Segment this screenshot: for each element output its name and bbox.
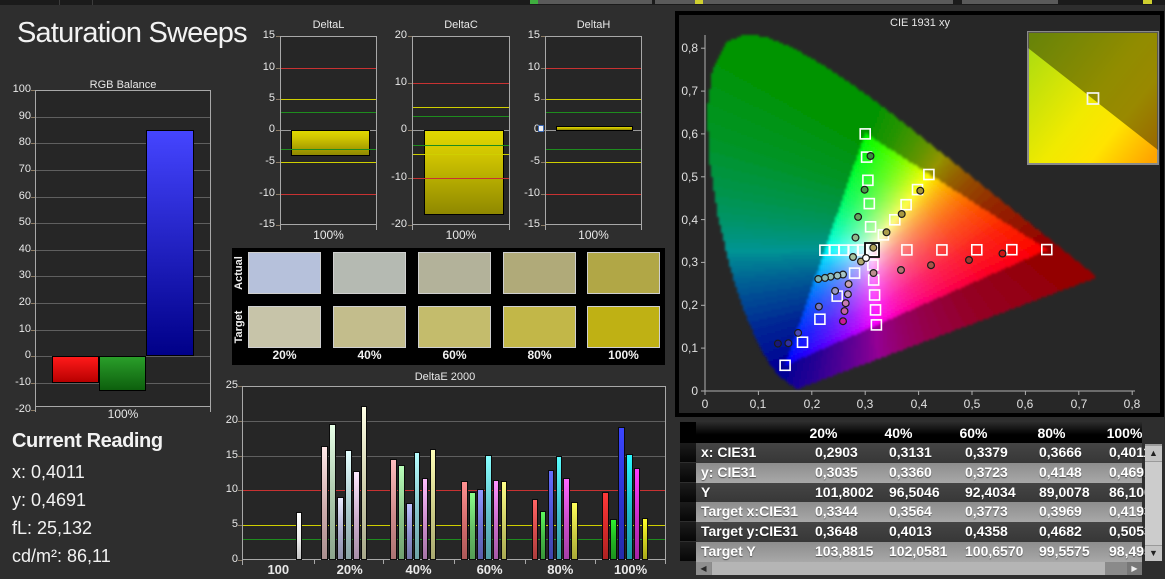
svg-text:0,3: 0,3 bbox=[857, 397, 874, 411]
svg-text:CIE 1931 xy: CIE 1931 xy bbox=[890, 17, 950, 29]
svg-text:0,1: 0,1 bbox=[681, 341, 698, 355]
svg-text:0,8: 0,8 bbox=[681, 41, 698, 55]
svg-text:0,3: 0,3 bbox=[681, 255, 698, 269]
svg-text:0,8: 0,8 bbox=[1124, 397, 1141, 411]
svg-text:0,4: 0,4 bbox=[911, 397, 928, 411]
svg-text:0,5: 0,5 bbox=[964, 397, 981, 411]
svg-text:0: 0 bbox=[691, 384, 698, 398]
svg-text:0,6: 0,6 bbox=[1017, 397, 1034, 411]
svg-text:0,5: 0,5 bbox=[681, 170, 698, 184]
svg-text:0,4: 0,4 bbox=[681, 213, 698, 227]
svg-text:0: 0 bbox=[702, 397, 709, 411]
svg-text:0,7: 0,7 bbox=[1071, 397, 1088, 411]
svg-text:0,7: 0,7 bbox=[681, 84, 698, 98]
svg-text:0,2: 0,2 bbox=[804, 397, 821, 411]
svg-text:0,2: 0,2 bbox=[681, 298, 698, 312]
svg-text:0,6: 0,6 bbox=[681, 127, 698, 141]
svg-text:0,1: 0,1 bbox=[750, 397, 767, 411]
